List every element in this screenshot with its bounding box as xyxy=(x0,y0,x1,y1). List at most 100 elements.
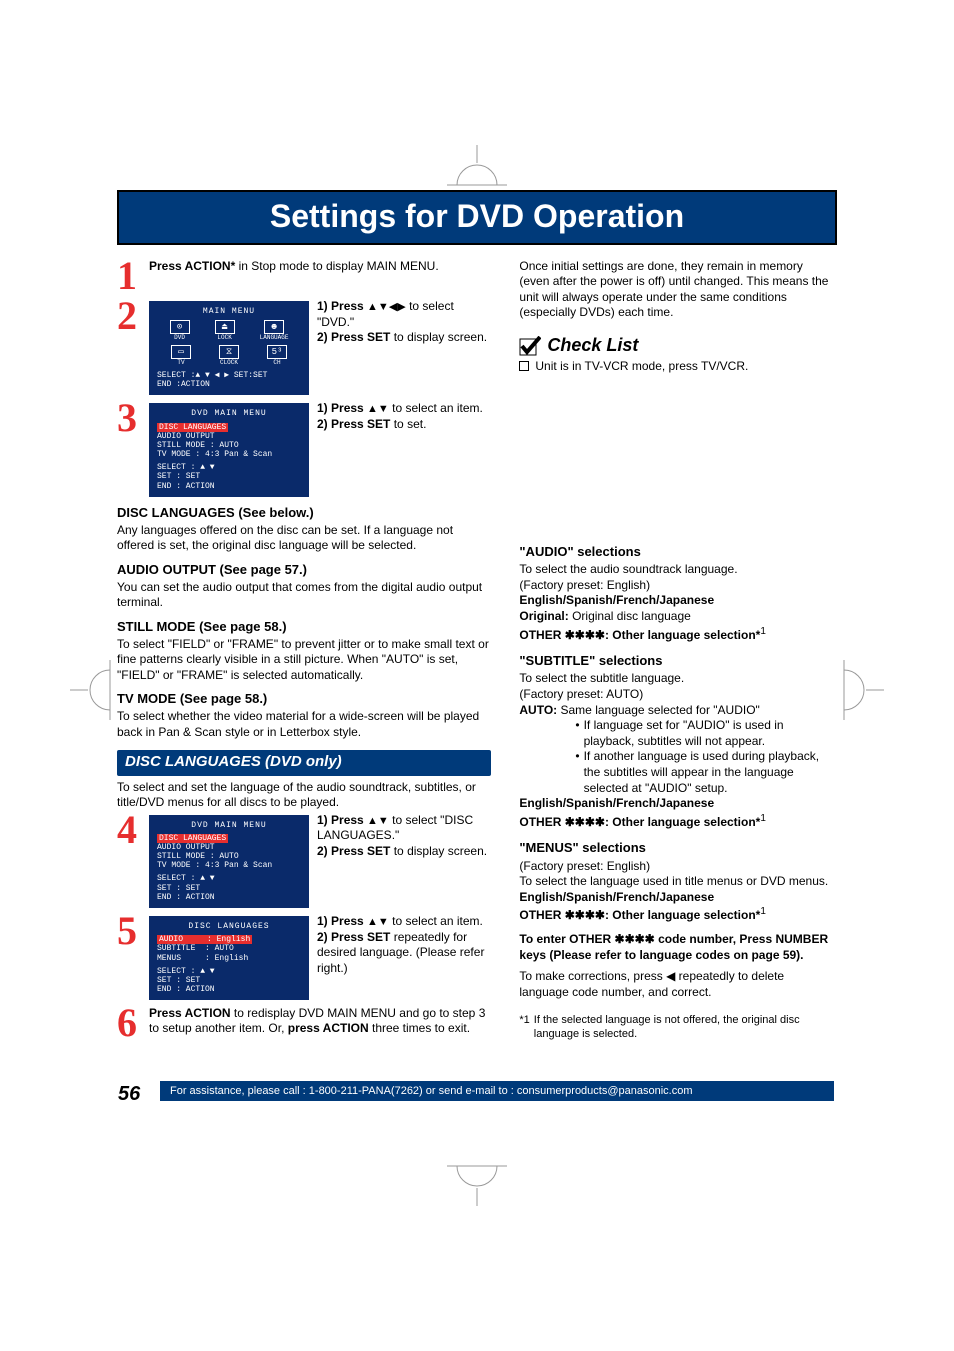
arrows-icon: ▲▼ xyxy=(367,815,389,827)
page-title: Settings for DVD Operation xyxy=(117,190,837,245)
check-item-text: Unit is in TV-VCR mode, press TV/VCR. xyxy=(535,359,748,374)
step6-bold-b: press ACTION xyxy=(288,1021,369,1035)
menu-other: OTHER xyxy=(519,908,564,922)
disc-languages-banner: DISC LANGUAGES (DVD only) xyxy=(117,750,491,776)
step-number: 4 xyxy=(117,813,143,909)
osd-title: DVD MAIN MENU xyxy=(157,821,301,830)
osd-footer-c: END : ACTION xyxy=(157,482,301,491)
step3-i1-text: to select an item. xyxy=(389,401,483,415)
osd-footer-c: END : ACTION xyxy=(157,985,301,994)
menu-p1: (Factory preset: English) xyxy=(519,859,836,875)
osd-row-subtitle: SUBTITLE xyxy=(157,944,195,953)
audio-other: OTHER xyxy=(519,628,564,642)
disc-languages-intro: To select and set the language of the au… xyxy=(117,780,491,811)
osd-row-disc: DISC LANGUAGES xyxy=(157,423,228,432)
step5-i2-bold: Press SET xyxy=(331,930,390,944)
enter-other-note: To enter OTHER code number, Press NUMBER… xyxy=(519,932,836,963)
step1-bold: Press ACTION* xyxy=(149,259,235,273)
step-6: 6 Press ACTION to redisplay DVD MAIN MEN… xyxy=(117,1006,491,1040)
registration-mark-right xyxy=(842,660,884,720)
page-number: 56 xyxy=(118,1083,140,1106)
osd-row-menus: MENUS xyxy=(157,954,181,963)
subtitle-bullet-1: If language set for "AUDIO" is used in p… xyxy=(584,718,837,749)
step6-text-b: three times to exit. xyxy=(369,1021,470,1035)
checkbox-icon xyxy=(519,361,529,371)
still-mode-heading: STILL MODE (See page 58.) xyxy=(117,619,491,635)
step1-text: in Stop mode to display MAIN MENU. xyxy=(235,259,438,273)
corrections-note: To make corrections, press ◀ repeatedly … xyxy=(519,969,836,1000)
osd-dvd-main-menu: DVD MAIN MENU DISC LANGUAGES AUDIO OUTPU… xyxy=(149,403,309,497)
audio-original: Original: xyxy=(519,609,568,623)
step-3: 3 DVD MAIN MENU DISC LANGUAGES AUDIO OUT… xyxy=(117,401,491,497)
tv-mode-body: To select whether the video material for… xyxy=(117,709,491,740)
osd-icon-tv: TV xyxy=(177,359,184,366)
step-1: 1 Press ACTION* in Stop mode to display … xyxy=(117,259,491,293)
arrows-icon: ▲▼ xyxy=(367,403,389,415)
osd-icon-clock: CLOCK xyxy=(220,359,238,366)
footer-bar: For assistance, please call : 1-800-211-… xyxy=(160,1081,834,1101)
step-number: 1 xyxy=(117,259,143,293)
audio-languages: English/Spanish/French/Japanese xyxy=(519,593,714,607)
osd-footer-c: END : ACTION xyxy=(157,893,301,902)
disc-languages-heading: DISC LANGUAGES (See below.) xyxy=(117,505,491,521)
step3-i2-bold: Press SET xyxy=(331,417,390,431)
step-2: 2 MAIN MENU ⊙DVD ⏏LOCK ☻LANGUAGE ▭TV xyxy=(117,299,491,395)
osd-footer-b: SET : SET xyxy=(157,884,301,893)
step3-i2-text: to set. xyxy=(390,417,426,431)
osd-footer-a: SELECT : ▲ ▼ xyxy=(157,463,301,472)
osd-footer-a: SELECT : ▲ ▼ xyxy=(157,874,301,883)
osd-footer-b: SET : SET xyxy=(157,472,301,481)
step-number: 3 xyxy=(117,401,143,497)
osd-footer-a: SELECT : ▲ ▼ xyxy=(157,967,301,976)
step-number: 5 xyxy=(117,914,143,1000)
step4-i1-bold: Press xyxy=(331,813,367,827)
stars-icon xyxy=(565,815,605,829)
registration-mark-left xyxy=(70,660,112,720)
audio-output-heading: AUDIO OUTPUT (See page 57.) xyxy=(117,562,491,578)
arrows-icon: ▲▼◀▶ xyxy=(367,301,406,313)
menu-p2: To select the language used in title men… xyxy=(519,874,836,890)
audio-output-body: You can set the audio output that comes … xyxy=(117,580,491,611)
sub-p2: (Factory preset: AUTO) xyxy=(519,687,836,703)
osd-disc-languages: DISC LANGUAGES AUDIO : English SUBTITLE … xyxy=(149,916,309,1000)
check-list-heading: Check List xyxy=(519,334,836,357)
osd-icon-language: LANGUAGE xyxy=(260,334,289,341)
menu-languages: English/Spanish/French/Japanese xyxy=(519,890,714,904)
step6-bold-a: Press ACTION xyxy=(149,1006,231,1020)
footnote: *1 If the selected language is not offer… xyxy=(519,1014,836,1042)
arrows-icon: ▲▼ xyxy=(367,916,389,928)
left-column: 1 Press ACTION* in Stop mode to display … xyxy=(117,259,491,1046)
step4-i2-text: to display screen. xyxy=(390,844,487,858)
intro-paragraph: Once initial settings are done, they rem… xyxy=(519,259,836,320)
osd-icon-dvd: DVD xyxy=(174,334,185,341)
subtitle-auto: AUTO: xyxy=(519,703,557,717)
stars-icon xyxy=(615,932,655,946)
tv-mode-heading: TV MODE (See page 58.) xyxy=(117,691,491,707)
step3-i1-bold: Press xyxy=(331,401,367,415)
osd-row-audio: AUDIO OUTPUT xyxy=(157,432,215,441)
osd-icon-lock: LOCK xyxy=(217,334,231,341)
osd-icon-ch: CH xyxy=(273,359,280,366)
stars-icon xyxy=(565,908,605,922)
step-number: 2 xyxy=(117,299,143,395)
audio-p2: (Factory preset: English) xyxy=(519,578,836,594)
check-item: Unit is in TV-VCR mode, press TV/VCR. xyxy=(519,359,836,374)
step2-i2-bold: Press SET xyxy=(331,330,390,344)
osd-row-tv: TV MODE xyxy=(157,861,191,870)
osd-title: DVD MAIN MENU xyxy=(157,409,301,418)
osd-dvd-main-menu: DVD MAIN MENU DISC LANGUAGES AUDIO OUTPU… xyxy=(149,815,309,909)
sub-p1: To select the subtitle language. xyxy=(519,671,836,687)
checkmark-icon xyxy=(519,336,541,356)
step-number: 6 xyxy=(117,1006,143,1040)
audio-p1: To select the audio soundtrack language. xyxy=(519,562,836,578)
osd-row-audio: AUDIO OUTPUT xyxy=(157,843,215,852)
step2-i1-bold: Press xyxy=(331,299,367,313)
right-column: Once initial settings are done, they rem… xyxy=(519,259,836,1046)
subtitle-other: OTHER xyxy=(519,815,564,829)
step-4: 4 DVD MAIN MENU DISC LANGUAGES AUDIO OUT… xyxy=(117,813,491,909)
subtitle-bullet-2: If another language is used during playb… xyxy=(584,749,837,796)
registration-mark-top xyxy=(447,145,507,187)
step2-i2-text: to display screen. xyxy=(390,330,487,344)
subtitle-languages: English/Spanish/French/Japanese xyxy=(519,796,714,810)
step4-i2-bold: Press SET xyxy=(331,844,390,858)
